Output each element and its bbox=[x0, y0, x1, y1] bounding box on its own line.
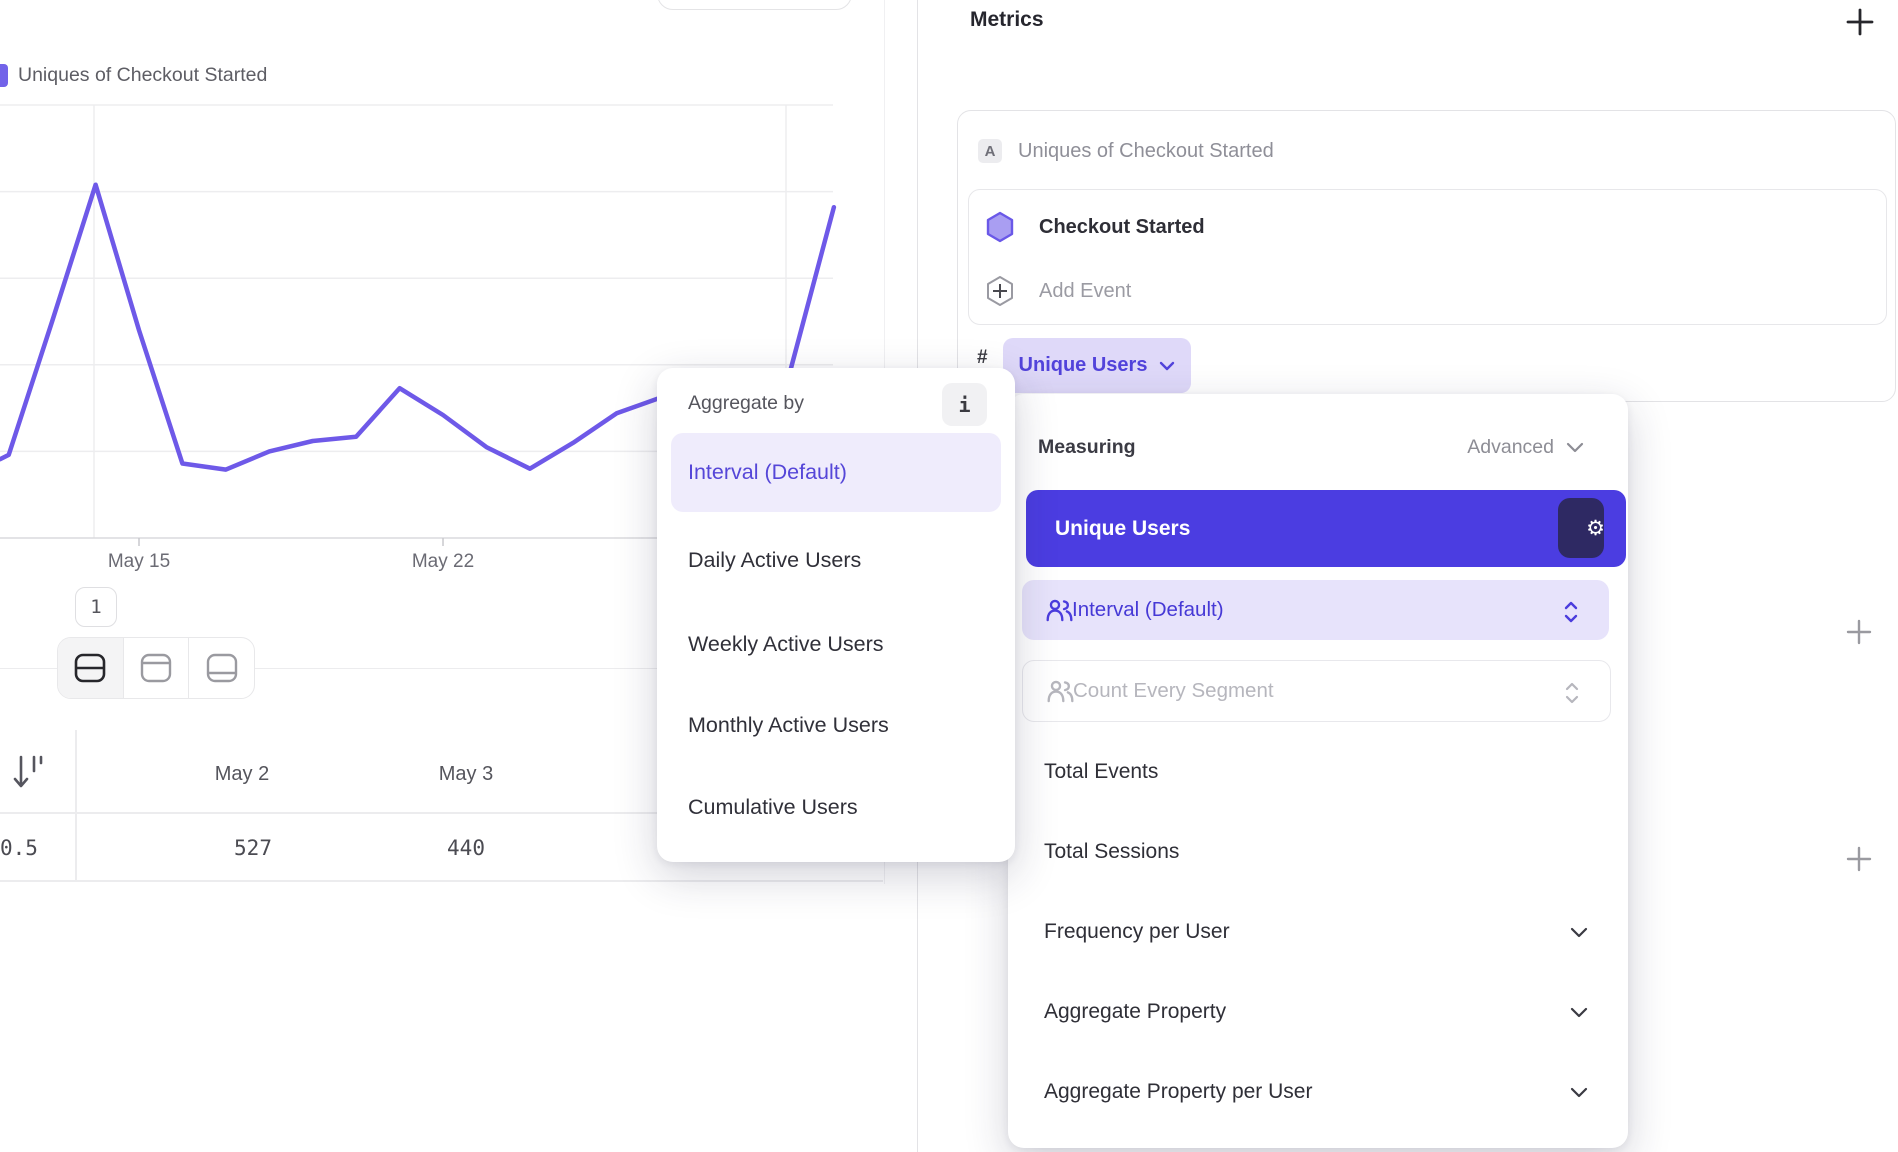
aggregate-by-title: Aggregate by bbox=[688, 392, 804, 415]
aggregate-option[interactable]: Weekly Active Users bbox=[657, 627, 1015, 661]
metric-card: A Uniques of Checkout Started Checkout S… bbox=[957, 110, 1896, 402]
count-type-chip[interactable]: Unique Users bbox=[1003, 338, 1191, 393]
event-name: Checkout Started bbox=[1039, 216, 1205, 239]
advanced-toggle[interactable]: Advanced bbox=[1467, 436, 1584, 459]
pagination-badge[interactable]: 1 bbox=[75, 587, 117, 627]
advanced-label: Advanced bbox=[1467, 436, 1554, 459]
chevron-down-icon bbox=[1570, 1087, 1588, 1098]
x-axis-tick-label: May 15 bbox=[89, 551, 189, 573]
analytics-app: Uniques of Checkout Started May 15 May 2… bbox=[0, 0, 1898, 1152]
event-card: Checkout Started Add Event bbox=[968, 189, 1887, 325]
segment-param-label: Count Every Segment bbox=[1073, 679, 1274, 703]
aggregate-option-label: Cumulative Users bbox=[688, 795, 858, 820]
up-down-icon bbox=[1563, 600, 1579, 624]
sort-icon[interactable] bbox=[13, 753, 47, 793]
chevron-down-icon bbox=[1570, 1007, 1588, 1018]
segment-param-row[interactable]: Count Every Segment bbox=[1022, 660, 1611, 722]
aggregate-option[interactable]: Cumulative Users bbox=[657, 790, 1015, 824]
count-type-symbol: # bbox=[977, 347, 988, 369]
add-event-row[interactable]: Add Event bbox=[985, 276, 1131, 306]
up-down-icon bbox=[1564, 681, 1580, 705]
layout-bottom-button[interactable] bbox=[189, 638, 254, 698]
settings-chip[interactable]: ⚙ bbox=[1558, 498, 1604, 558]
layout-toggle-group bbox=[57, 637, 255, 699]
table-cell: 527 bbox=[141, 836, 365, 860]
measuring-option-label: Total Events bbox=[1044, 760, 1158, 784]
x-axis-tick-label: May 22 bbox=[393, 551, 493, 573]
row-divider bbox=[0, 880, 883, 882]
table-cell: 440 bbox=[354, 836, 578, 860]
measuring-option-label: Frequency per User bbox=[1044, 920, 1230, 944]
event-row[interactable]: Checkout Started bbox=[985, 212, 1205, 242]
interval-param-row[interactable]: Interval (Default) bbox=[1022, 580, 1609, 640]
add-metric-icon[interactable] bbox=[1846, 8, 1874, 36]
measuring-option[interactable]: Total Events bbox=[1008, 732, 1628, 812]
metric-title-row[interactable]: A Uniques of Checkout Started bbox=[978, 139, 1274, 163]
add-breakdown-icon[interactable] bbox=[1846, 846, 1872, 872]
layout-split-button[interactable] bbox=[58, 638, 124, 698]
info-button[interactable]: i bbox=[942, 383, 987, 426]
people-icon bbox=[1046, 597, 1073, 623]
measuring-option[interactable]: Total Sessions bbox=[1008, 812, 1628, 892]
measuring-option[interactable]: Frequency per User bbox=[1008, 892, 1628, 972]
event-hexagon-icon bbox=[985, 211, 1015, 243]
aggregate-option[interactable]: Monthly Active Users bbox=[657, 708, 1015, 742]
count-type-label: Unique Users bbox=[1019, 354, 1148, 377]
metric-letter-badge: A bbox=[978, 139, 1002, 163]
interval-param-label: Interval (Default) bbox=[1072, 598, 1224, 622]
aggregate-option-selected[interactable]: Interval (Default) bbox=[671, 433, 1001, 512]
measuring-option-label: Total Sessions bbox=[1044, 840, 1179, 864]
aggregate-by-popup: Aggregate by i Interval (Default) Daily … bbox=[657, 368, 1015, 862]
metrics-panel-title: Metrics bbox=[970, 8, 1044, 32]
selected-option-label: Unique Users bbox=[1055, 517, 1190, 541]
measuring-option-label: Aggregate Property per User bbox=[1044, 1080, 1312, 1104]
layout-top-icon bbox=[139, 652, 173, 684]
gear-icon: ⚙ bbox=[1586, 518, 1605, 539]
column-header[interactable]: May 3 bbox=[354, 763, 578, 786]
table-cell: 0.5 bbox=[0, 836, 38, 860]
people-icon bbox=[1047, 678, 1074, 704]
chevron-down-icon bbox=[1159, 361, 1175, 371]
measuring-option-label: Aggregate Property bbox=[1044, 1000, 1226, 1024]
add-filter-icon[interactable] bbox=[1846, 619, 1872, 645]
measuring-title: Measuring bbox=[1038, 436, 1136, 459]
measuring-option[interactable]: Aggregate Property bbox=[1008, 972, 1628, 1052]
measuring-option[interactable]: Aggregate Property per User bbox=[1008, 1052, 1628, 1132]
column-divider bbox=[75, 730, 77, 882]
add-event-label: Add Event bbox=[1039, 280, 1131, 303]
metric-title: Uniques of Checkout Started bbox=[1018, 140, 1274, 163]
aggregate-option-label: Interval (Default) bbox=[688, 460, 847, 485]
add-event-hexagon-icon bbox=[985, 275, 1015, 307]
column-header[interactable]: May 2 bbox=[130, 763, 354, 786]
measuring-popup: Measuring Advanced Unique Users ⚙ bbox=[1008, 394, 1628, 1148]
aggregate-option[interactable]: Daily Active Users bbox=[657, 543, 1015, 577]
info-icon: i bbox=[958, 393, 970, 417]
aggregate-option-label: Daily Active Users bbox=[688, 548, 861, 573]
measuring-selected-option[interactable]: Unique Users ⚙ bbox=[1026, 490, 1626, 567]
layout-bottom-icon bbox=[205, 652, 239, 684]
layout-split-icon bbox=[73, 652, 107, 684]
aggregate-option-label: Weekly Active Users bbox=[688, 632, 884, 657]
layout-top-button[interactable] bbox=[124, 638, 190, 698]
chevron-down-icon bbox=[1570, 927, 1588, 938]
aggregate-option-label: Monthly Active Users bbox=[688, 713, 889, 738]
chevron-down-icon bbox=[1566, 442, 1584, 453]
